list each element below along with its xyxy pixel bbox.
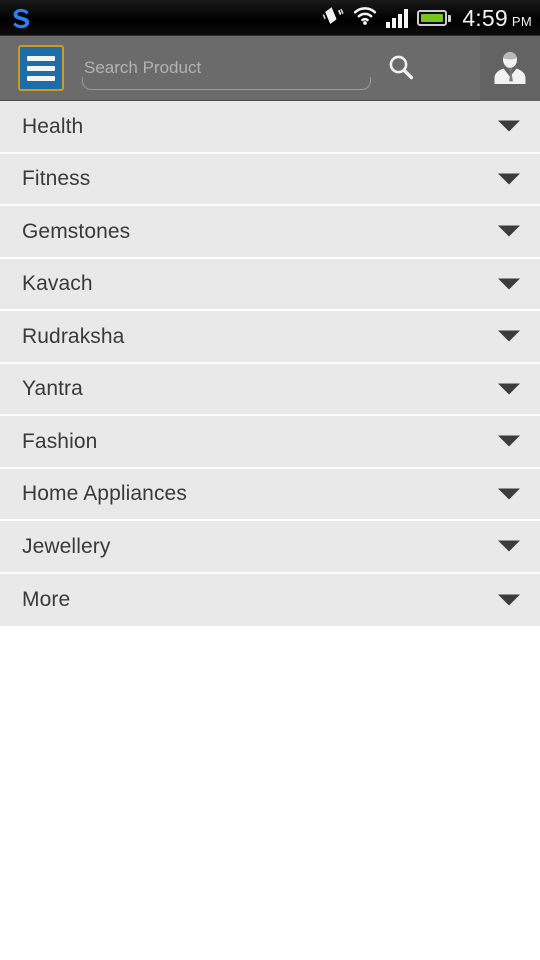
list-item[interactable]: Gemstones <box>0 206 540 259</box>
clock-period: PM <box>511 13 532 29</box>
category-label: Yantra <box>22 377 83 401</box>
chevron-down-icon[interactable] <box>498 120 520 132</box>
list-item[interactable]: Jewellery <box>0 521 540 574</box>
menu-bar-2 <box>27 65 55 71</box>
category-label: Rudraksha <box>22 324 125 348</box>
category-label: Kavach <box>22 272 93 296</box>
app-header <box>0 35 540 101</box>
chevron-down-icon[interactable] <box>498 225 520 237</box>
signal-bars-icon <box>386 8 409 28</box>
list-item[interactable]: Fashion <box>0 416 540 469</box>
category-label: More <box>22 588 71 612</box>
clock-time: 4:59 <box>462 4 508 31</box>
list-item[interactable]: Health <box>0 101 540 154</box>
search-field <box>82 46 371 90</box>
list-item[interactable]: More <box>0 573 540 626</box>
chevron-down-icon[interactable] <box>498 173 520 185</box>
category-label: Fashion <box>22 429 98 453</box>
empty-content-area <box>0 626 540 960</box>
list-item[interactable]: Home Appliances <box>0 468 540 521</box>
status-bar-clock: 4:59 PM <box>462 5 532 32</box>
category-label: Health <box>22 114 84 138</box>
chevron-down-icon[interactable] <box>498 435 520 447</box>
status-bar-icons <box>322 6 452 31</box>
s-logo-icon <box>6 2 38 34</box>
list-item[interactable]: Kavach <box>0 258 540 311</box>
search-container <box>82 45 480 91</box>
category-label: Gemstones <box>22 219 131 243</box>
chevron-down-icon[interactable] <box>498 278 520 290</box>
chevron-down-icon[interactable] <box>498 330 520 342</box>
list-item[interactable]: Yantra <box>0 363 540 416</box>
category-label: Home Appliances <box>22 482 187 506</box>
category-label: Jewellery <box>22 534 111 558</box>
wifi-icon <box>353 6 377 30</box>
status-bar: 4:59 PM <box>0 0 540 36</box>
chevron-down-icon[interactable] <box>498 594 520 606</box>
category-label: Fitness <box>22 167 91 191</box>
menu-bar-3 <box>27 75 55 81</box>
list-item[interactable]: Fitness <box>0 153 540 206</box>
vibrate-icon <box>322 6 345 31</box>
search-icon[interactable] <box>373 40 429 96</box>
chevron-down-icon[interactable] <box>498 488 520 500</box>
menu-bar-1 <box>27 55 55 61</box>
category-list: Health Fitness Gemstones Kavach Rudraksh… <box>0 101 540 626</box>
list-item[interactable]: Rudraksha <box>0 311 540 364</box>
chevron-down-icon[interactable] <box>498 383 520 395</box>
hamburger-menu-icon[interactable] <box>18 45 64 91</box>
search-input[interactable] <box>82 48 371 88</box>
user-avatar-icon[interactable] <box>480 35 540 101</box>
chevron-down-icon[interactable] <box>498 540 520 552</box>
battery-icon <box>417 10 452 26</box>
